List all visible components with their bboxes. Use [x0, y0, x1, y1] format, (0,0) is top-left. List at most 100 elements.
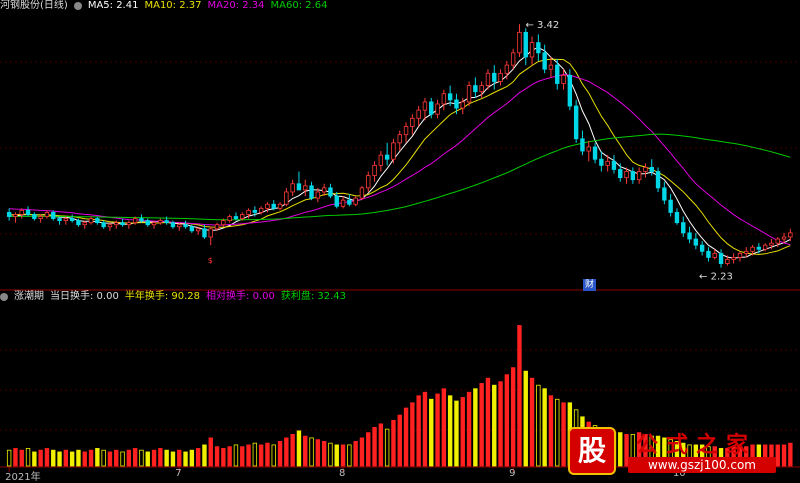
volume-bar — [183, 451, 188, 467]
candle-body — [271, 203, 276, 209]
profit-ratio: 获利盘: 32.43 — [280, 291, 347, 302]
candle-body — [687, 232, 692, 240]
candle-body — [447, 93, 453, 101]
finance-marker[interactable]: 财 — [583, 279, 596, 291]
candle-body — [618, 169, 623, 179]
volume-bar — [441, 388, 447, 467]
candle-body — [107, 224, 113, 228]
volume-bar — [510, 367, 516, 467]
candle-body — [63, 218, 69, 222]
candle-body — [366, 175, 371, 189]
candle-body — [555, 64, 560, 84]
volume-bar — [454, 400, 459, 467]
volume-bar — [555, 398, 560, 467]
candle-body — [315, 191, 321, 199]
candle-body — [662, 187, 667, 201]
candle-body — [586, 146, 591, 152]
settings-icon[interactable] — [73, 2, 82, 10]
candle-body — [523, 31, 528, 58]
volume-bar — [321, 441, 327, 467]
volume-bar — [548, 395, 554, 467]
candle-body — [441, 93, 447, 105]
candle-body — [151, 222, 157, 226]
candle-body — [536, 42, 541, 54]
candle-body — [38, 216, 43, 219]
volume-bar — [517, 325, 522, 467]
volume-bar — [114, 449, 119, 467]
volume-bar — [214, 446, 220, 467]
volume-bar — [258, 444, 264, 467]
indicator-legend: 涨潮期 当日换手: 0.00 半年换手: 90.28 相对换手: 0.00 获利… — [0, 290, 346, 304]
candle-body — [781, 236, 787, 240]
candle-body — [762, 244, 768, 250]
volume-bar — [303, 435, 308, 467]
volume-bar — [82, 451, 87, 467]
relative-turnover: 相对换手: 0.00 — [206, 291, 275, 302]
volume-bar — [126, 449, 132, 467]
volume-bar — [460, 397, 465, 467]
volume-bar — [240, 446, 245, 467]
candle-body — [139, 218, 144, 222]
candle-body — [410, 117, 415, 127]
candle-body — [202, 228, 207, 238]
volume-bar — [252, 442, 258, 467]
volume-bar — [429, 398, 434, 467]
x-tick-label: 8 — [339, 468, 346, 479]
candle-body — [567, 74, 573, 107]
candle-body — [177, 224, 182, 228]
candle-body — [359, 187, 365, 199]
volume-bar — [435, 393, 440, 467]
candle-body — [649, 167, 654, 172]
candle-body — [630, 171, 636, 181]
candle-body — [126, 222, 132, 226]
candle-body — [221, 220, 226, 226]
volume-bar — [246, 444, 251, 467]
volume-bar — [422, 391, 428, 467]
candle-body — [95, 218, 100, 224]
half-year-turnover: 半年换手: 90.28 — [124, 291, 201, 302]
moving-average-lines — [9, 46, 791, 259]
low-price-label: ← 2.23 — [699, 272, 733, 283]
volume-bar — [384, 428, 390, 467]
volume-bar — [403, 407, 409, 467]
candle-body — [731, 257, 736, 260]
volume-bar — [410, 402, 415, 467]
x-tick-label: 9 — [509, 468, 516, 479]
candle-body — [6, 212, 12, 217]
candle-body — [422, 101, 428, 111]
candle-body — [353, 197, 358, 205]
volume-bar — [265, 442, 270, 467]
candle-body — [756, 246, 762, 250]
volume-bar — [38, 449, 43, 467]
volume-bar — [189, 449, 195, 467]
candle-body — [517, 31, 522, 54]
volume-bar — [107, 451, 113, 467]
volume-bar — [139, 449, 144, 467]
candle-body — [391, 142, 396, 160]
candle-body — [114, 222, 119, 226]
candle-body — [529, 42, 535, 58]
volume-bar — [202, 444, 207, 467]
candle-body — [183, 224, 188, 228]
ma60-label: MA60: 2.64 — [270, 0, 328, 11]
volume-bar — [208, 437, 213, 467]
volume-bar — [151, 449, 157, 467]
candle-body — [145, 220, 150, 226]
candle-body — [712, 252, 717, 258]
volume-bar — [788, 442, 793, 467]
candle-body — [429, 101, 434, 115]
candle-body — [284, 191, 289, 205]
logo-name: 公式之家 — [636, 432, 757, 458]
candle-body — [592, 146, 598, 160]
candle-body — [643, 167, 648, 172]
candle-body — [13, 214, 18, 217]
volume-bar — [19, 449, 24, 467]
candle-body — [290, 183, 295, 193]
volume-bar — [277, 441, 283, 467]
volume-bar — [76, 449, 81, 467]
candle-body — [466, 85, 472, 103]
indicator-settings-icon[interactable] — [0, 293, 8, 301]
volume-bar — [473, 388, 478, 467]
volume-bar — [315, 439, 321, 467]
price-annotations: ← 3.42 ← 2.23 $ — [208, 20, 733, 282]
